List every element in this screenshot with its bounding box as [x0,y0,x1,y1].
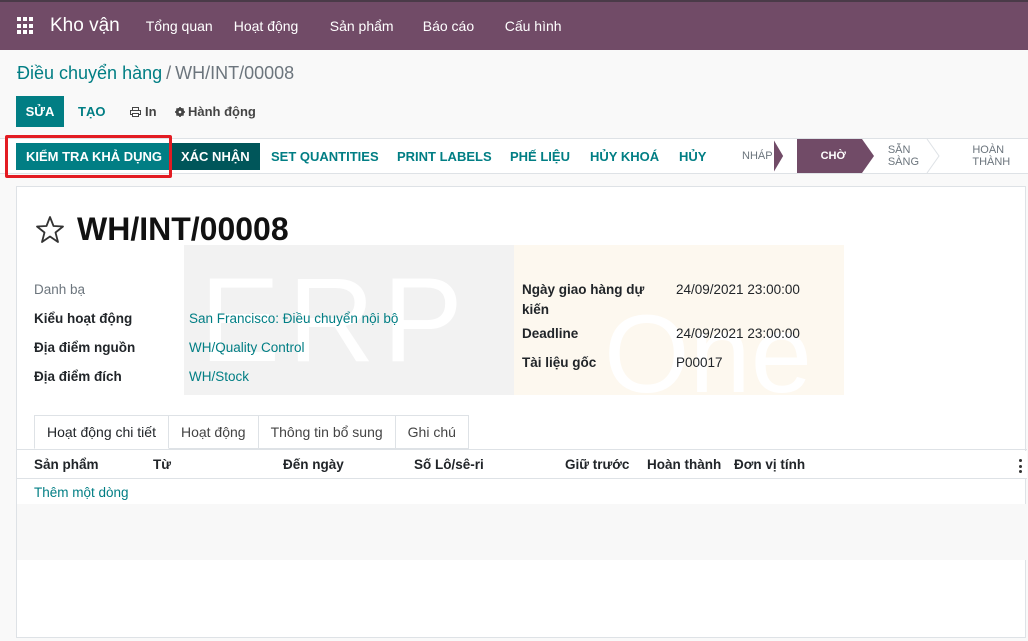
field-value-operation-type[interactable]: San Francisco: Điều chuyển nội bộ [189,311,398,326]
check-availability-button[interactable]: KIỂM TRA KHẢ DỤNG [16,143,173,170]
menu-configuration[interactable]: Cấu hình [505,18,562,34]
breadcrumb-parent[interactable]: Điều chuyển hàng [17,63,162,83]
field-label-deadline: Deadline [522,326,579,341]
table-row [17,504,1027,560]
field-label-source-document: Tài liệu gốc [522,355,597,370]
set-quantities-button[interactable]: SET QUANTITIES [261,143,389,170]
menu-overview[interactable]: Tổng quan [146,18,234,34]
create-button[interactable]: TẠO [70,96,113,127]
column-reserved[interactable]: Giữ trước [565,457,629,472]
optional-columns-icon[interactable] [1019,459,1023,473]
stage-done: HOÀN THÀNH [972,144,1011,168]
print-button[interactable]: In [126,96,161,127]
menu-operations[interactable]: Hoạt động [234,18,330,34]
column-done[interactable]: Hoàn thành [647,457,721,472]
action-button[interactable]: Hành động [171,96,260,127]
gear-icon [175,106,185,117]
edit-button[interactable]: SỬA [16,96,64,127]
breadcrumb-current: WH/INT/00008 [175,63,295,83]
stage-divider-icon [926,139,940,173]
column-lot-serial[interactable]: Số Lô/sê-ri [414,457,484,472]
column-from[interactable]: Từ [153,457,171,472]
field-label-source-location: Địa điểm nguồn [34,340,136,355]
add-line-link[interactable]: Thêm một dòng [34,485,129,500]
apps-grid-icon[interactable] [17,17,35,35]
tab-additional-info[interactable]: Thông tin bổ sung [258,415,396,449]
cancel-button[interactable]: HỦY [669,143,716,170]
printer-icon [130,106,141,117]
tab-operations[interactable]: Hoạt động [168,415,259,449]
field-value-scheduled-date[interactable]: 24/09/2021 23:00:00 [676,282,800,297]
notebook-tabs: Hoạt động chi tiết Hoạt động Thông tin b… [34,415,469,449]
field-label-contact: Danh bạ [34,282,86,297]
field-label-operation-type: Kiểu hoạt động [34,311,133,326]
scrap-button[interactable]: PHẾ LIỆU [500,143,580,170]
unlock-button[interactable]: HỦY KHOÁ [580,143,669,170]
field-value-source-document[interactable]: P00017 [676,355,723,370]
field-value-destination-location[interactable]: WH/Stock [189,369,249,384]
form-sheet: ERP One WH/INT/00008 Danh bạ Kiểu hoạt đ… [16,186,1027,638]
field-label-scheduled-date-cont: kiến [522,302,550,317]
print-labels-button[interactable]: PRINT LABELS [387,143,502,170]
app-name[interactable]: Kho vận [50,15,120,37]
field-label-destination-location: Địa điểm đích [34,369,122,384]
action-label: Hành động [188,104,256,119]
tab-notes[interactable]: Ghi chú [395,415,469,449]
print-label: In [145,104,157,119]
record-title: WH/INT/00008 [77,211,289,247]
breadcrumb-separator: / [166,63,172,83]
tabs-divider [17,449,1027,450]
confirm-button[interactable]: XÁC NHẬN [171,143,260,170]
field-label-scheduled-date: Ngày giao hàng dự [522,282,645,297]
column-product[interactable]: Sản phẩm [34,457,99,472]
tab-detailed-operations[interactable]: Hoạt động chi tiết [34,415,169,449]
menu-products[interactable]: Sản phẩm [330,18,423,34]
stage-pipeline: NHÁP CHỜ SẴN SÀNG HOÀN THÀNH [726,139,1028,173]
table-header: Sản phẩm Từ Đến ngày Số Lô/sê-ri Giữ trư… [17,451,1027,479]
field-value-deadline[interactable]: 24/09/2021 23:00:00 [676,326,800,341]
column-to[interactable]: Đến ngày [283,457,344,472]
stage-waiting: CHỜ [796,139,875,173]
field-value-source-location[interactable]: WH/Quality Control [189,340,305,355]
breadcrumb: Điều chuyển hàng / WH/INT/00008 [17,63,294,84]
star-icon[interactable] [35,215,65,245]
menu-reporting[interactable]: Báo cáo [423,18,505,34]
top-navbar: Kho vận Tổng quan Hoạt động Sản phẩm Báo… [0,0,1028,50]
stage-divider-icon [774,139,785,173]
column-uom[interactable]: Đơn vị tính [734,457,805,472]
statusbar: KIỂM TRA KHẢ DỤNG XÁC NHẬN SET QUANTITIE… [0,138,1028,174]
